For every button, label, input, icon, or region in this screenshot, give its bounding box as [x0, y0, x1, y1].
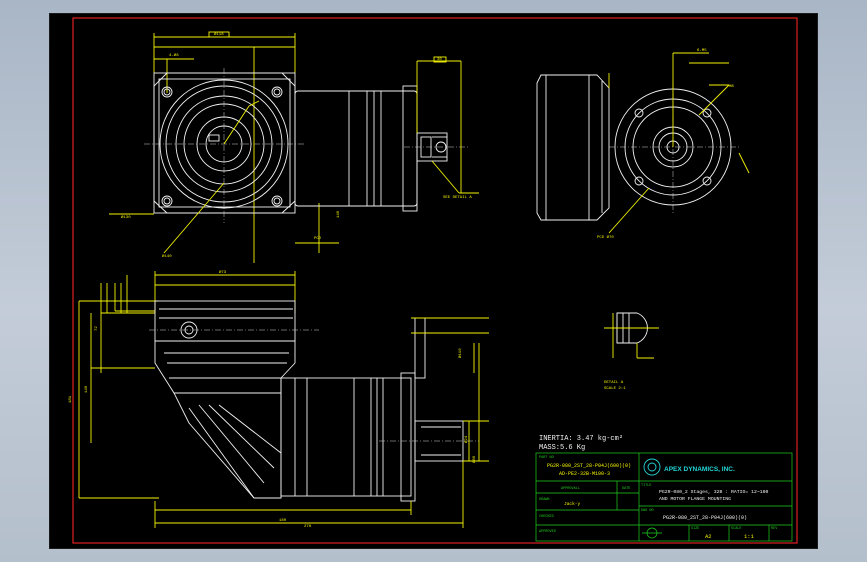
inertia-note: INERTIA: 3.47 kg-cm²: [539, 435, 623, 443]
svg-text:6-M5: 6-M5: [697, 49, 707, 53]
svg-text:270: 270: [304, 525, 312, 529]
svg-text:Ø110: Ø110: [458, 348, 463, 358]
svg-text:140: 140: [85, 385, 89, 393]
size-label: SIZE: [691, 527, 699, 531]
company-name: APEX DYNAMICS, INC.: [664, 466, 735, 473]
top-right-view: 6-M5 M8 PCD Ø70: [536, 49, 750, 240]
tap-note: SEE DETAIL A: [443, 196, 472, 200]
checked-label: CHECKED: [539, 515, 554, 519]
part-no-line2: AD-PE2-32B-M100-3: [559, 471, 610, 477]
svg-text:Ø80: Ø80: [472, 455, 477, 463]
cad-viewport[interactable]: Ø130 Ø140 4-Ø8 Ø118 140 PCD 30 SEE DETAI…: [49, 13, 818, 549]
svg-text:M8: M8: [729, 85, 734, 89]
detail-scale: SCALE 2:1: [604, 387, 626, 391]
part-no-label: PART NO: [539, 456, 554, 460]
svg-text:180: 180: [279, 519, 287, 523]
svg-text:Ø130: Ø130: [121, 215, 131, 220]
dwg-no-value: PG2R-080_2ST_28-P04J(600)(0): [663, 515, 747, 521]
detail-label: DETAIL A: [604, 381, 624, 385]
title-line2: AND MOTOR FLANGE MOUNTING: [659, 496, 731, 502]
svg-text:Ø24: Ø24: [464, 435, 469, 443]
svg-text:140: 140: [337, 210, 341, 218]
svg-text:72: 72: [95, 326, 99, 331]
bottom-left-view: Ø73 Ø110 Ø24 Ø80 180 270 181 140 72: [69, 270, 489, 529]
rev-label: REV: [771, 527, 778, 531]
svg-text:Ø118: Ø118: [214, 32, 224, 37]
svg-text:PCD: PCD: [314, 237, 322, 241]
scale-label: SCALE: [731, 527, 742, 531]
approved-label: APPROVED: [539, 530, 556, 534]
title-line1: PG2R-080_2 Stages, 32B : RATIO= 12~100: [659, 489, 769, 495]
detail-a: DETAIL A SCALE 2:1: [604, 312, 659, 391]
sheet-border: [72, 17, 798, 544]
drawn-label: DRAWN: [539, 498, 550, 502]
svg-text:181: 181: [69, 395, 73, 403]
scale-value: 1:1: [744, 533, 755, 540]
approval-label: APPROVALL: [561, 487, 580, 491]
mass-note: MASS:5.6 Kg: [539, 444, 585, 452]
size-value: A2: [705, 533, 712, 540]
drawing-sheet: Ø130 Ø140 4-Ø8 Ø118 140 PCD 30 SEE DETAI…: [69, 17, 798, 544]
title-label: TITLE: [641, 484, 652, 488]
svg-text:4-Ø8: 4-Ø8: [169, 53, 179, 58]
part-no-line1: PG2R-080_2ST_28-P04J(600)(0): [547, 463, 631, 469]
drawn-value: Jack-y: [564, 501, 581, 507]
dwg-no-label: DWG NO: [641, 509, 654, 513]
date-label: DATE: [622, 487, 630, 491]
top-middle-view: 30 SEE DETAIL A: [294, 56, 479, 212]
top-left-view: Ø130 Ø140 4-Ø8 Ø118 140 PCD: [109, 31, 341, 263]
pcd-label: PCD Ø70: [597, 235, 614, 240]
svg-text:Ø140: Ø140: [162, 254, 172, 259]
svg-text:Ø73: Ø73: [219, 270, 227, 275]
svg-text:30: 30: [437, 58, 442, 62]
